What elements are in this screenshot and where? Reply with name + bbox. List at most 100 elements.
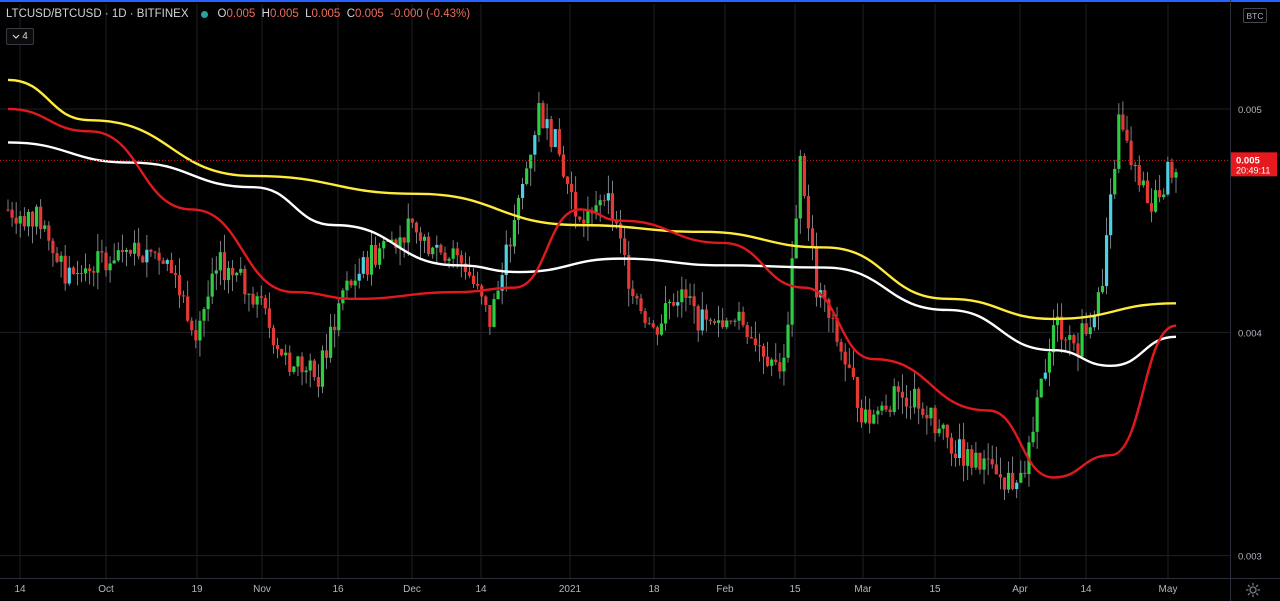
candle-body bbox=[582, 219, 586, 224]
candle-body bbox=[553, 129, 557, 148]
time-tick-label: 2021 bbox=[559, 584, 582, 595]
candle-body bbox=[186, 296, 190, 321]
candle-body bbox=[851, 367, 855, 377]
ma-red bbox=[7, 107, 1177, 479]
indicators-toggle-button[interactable]: 4 bbox=[6, 28, 34, 45]
chart-plot[interactable]: 0.0030.0040.0050.00520:49:11 14 Oct 19 Nov 1… bbox=[0, 0, 1280, 601]
candle-body bbox=[667, 301, 672, 304]
time-tick-label: 19 bbox=[191, 584, 203, 595]
candle-body bbox=[794, 218, 798, 259]
candle-body bbox=[337, 303, 341, 331]
candle-body bbox=[333, 326, 337, 331]
candle-body bbox=[100, 251, 104, 253]
price-label-countdown: 20:49:11 bbox=[1236, 165, 1270, 175]
candle-body bbox=[1080, 323, 1084, 357]
candle-body bbox=[484, 296, 488, 305]
candle-body bbox=[610, 193, 615, 222]
candle-body bbox=[1166, 161, 1170, 195]
candle-body bbox=[378, 248, 382, 265]
candle-body bbox=[753, 338, 757, 346]
change-value: -0.000 (-0.43%) bbox=[390, 8, 471, 20]
candle-body bbox=[766, 356, 770, 366]
candle-body bbox=[312, 360, 316, 378]
candle-body bbox=[304, 370, 308, 373]
candle-body bbox=[1145, 180, 1150, 204]
candle-body bbox=[859, 407, 864, 423]
candle-body bbox=[994, 464, 998, 475]
candle-body bbox=[1149, 203, 1154, 212]
candle-body bbox=[214, 270, 218, 274]
candle-body bbox=[520, 183, 525, 198]
candle-body bbox=[55, 253, 59, 262]
candle-body bbox=[684, 289, 688, 298]
candle-body bbox=[1158, 190, 1162, 198]
candle-body bbox=[957, 439, 962, 458]
candle-body bbox=[561, 154, 566, 177]
candle-body bbox=[402, 237, 406, 243]
candle-body bbox=[508, 244, 512, 247]
open-value: 0.005 bbox=[226, 8, 256, 20]
candle-body bbox=[59, 255, 63, 262]
candle-body bbox=[696, 306, 700, 331]
candle-body bbox=[1015, 482, 1019, 490]
candle-body bbox=[243, 268, 247, 295]
candle-body bbox=[30, 211, 35, 227]
candle-body bbox=[741, 311, 745, 326]
candle-body bbox=[1072, 335, 1076, 344]
candle-body bbox=[770, 359, 774, 366]
candle-body bbox=[941, 424, 945, 429]
candle-body bbox=[802, 155, 806, 197]
candle-body bbox=[308, 360, 312, 371]
candle-body bbox=[806, 196, 811, 229]
candle-body bbox=[733, 320, 737, 322]
gear-icon[interactable] bbox=[1245, 582, 1261, 598]
candle-body bbox=[235, 272, 239, 276]
candle-body bbox=[296, 356, 300, 367]
candle-body bbox=[459, 255, 463, 264]
grid bbox=[0, 4, 1230, 578]
candle-body bbox=[88, 268, 92, 272]
candle-body bbox=[1031, 431, 1035, 443]
candle-body bbox=[198, 320, 202, 341]
candle-body bbox=[435, 244, 439, 248]
symbol-title[interactable]: LTCUSD/BTCUSD · 1D · BITFINEX bbox=[6, 8, 189, 20]
candle-body bbox=[876, 410, 880, 415]
candle-body bbox=[896, 386, 900, 392]
symbol-legend: LTCUSD/BTCUSD · 1D · BITFINEX O0.005 H0.… bbox=[6, 8, 470, 20]
candle-body bbox=[1137, 165, 1141, 186]
candle-series bbox=[6, 91, 1178, 500]
candle-body bbox=[280, 349, 284, 356]
candle-body bbox=[488, 304, 492, 327]
time-tick-label: 18 bbox=[648, 584, 660, 595]
candle-body bbox=[271, 327, 276, 346]
price-axis[interactable]: 0.003 0.004 0.005 0.00520:49:11 bbox=[1231, 105, 1277, 563]
candle-body bbox=[1035, 397, 1039, 432]
candle-body bbox=[953, 453, 958, 458]
currency-badge[interactable]: BTC bbox=[1243, 8, 1267, 23]
time-tick-label: 14 bbox=[475, 584, 487, 595]
candle-body bbox=[757, 345, 762, 347]
candle-body bbox=[900, 391, 904, 398]
candle-body bbox=[1133, 165, 1137, 167]
candle-body bbox=[157, 252, 161, 261]
candle-body bbox=[908, 406, 913, 408]
candle-body bbox=[606, 193, 610, 201]
candle-body bbox=[925, 414, 929, 419]
candle-body bbox=[247, 293, 251, 295]
candle-body bbox=[639, 298, 643, 312]
candle-body bbox=[169, 260, 173, 274]
candle-body bbox=[872, 414, 876, 424]
candle-body bbox=[43, 225, 47, 229]
candle-body bbox=[774, 359, 778, 363]
candle-body bbox=[512, 219, 517, 247]
candle-body bbox=[586, 210, 590, 224]
candle-body bbox=[104, 252, 108, 271]
candle-body bbox=[455, 248, 459, 256]
time-axis[interactable]: 14 Oct 19 Nov 16 Dec 14 2021 18 Feb 15 Mar 15 Apr 14 Ma… bbox=[14, 584, 1177, 595]
candle-body bbox=[218, 252, 222, 271]
high-value: 0.005 bbox=[269, 8, 299, 20]
candle-body bbox=[194, 330, 198, 341]
candle-body bbox=[116, 250, 120, 261]
candle-body bbox=[623, 238, 627, 255]
candle-body bbox=[1064, 339, 1068, 341]
